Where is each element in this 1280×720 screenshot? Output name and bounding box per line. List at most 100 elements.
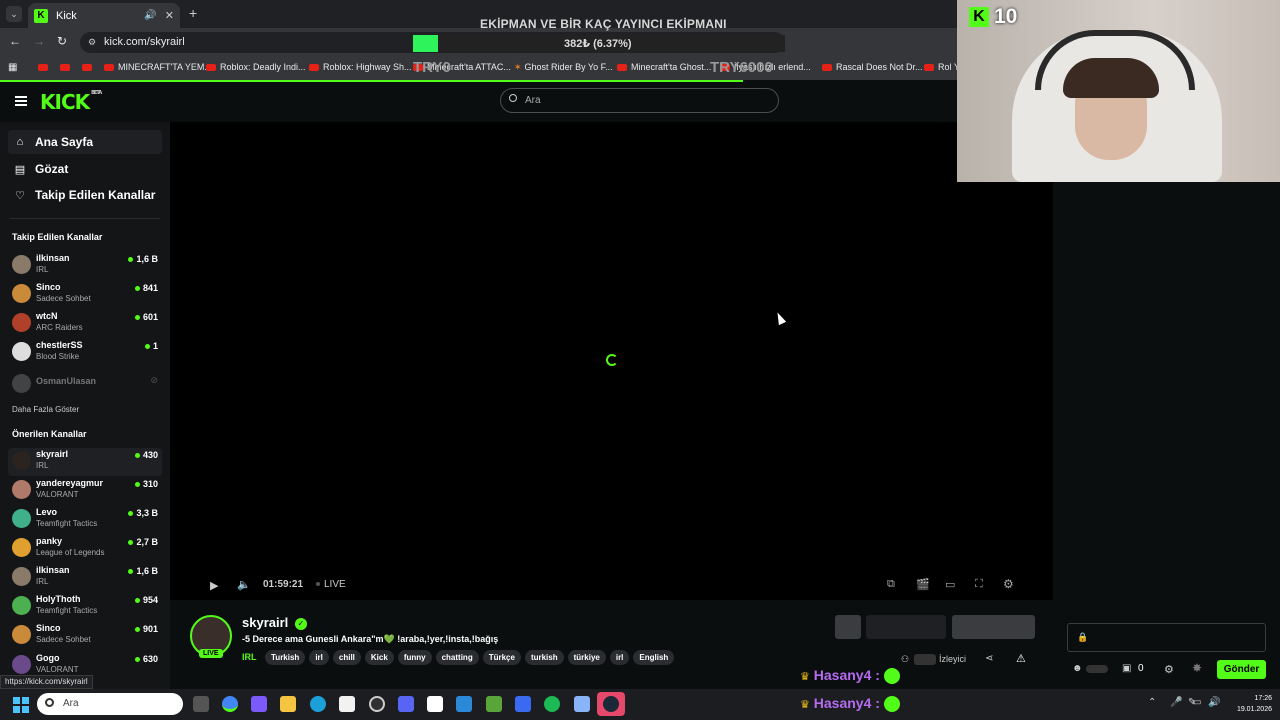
channel-name-title[interactable]: skyrairl ✓ <box>242 615 307 630</box>
follow-button[interactable] <box>866 615 946 639</box>
apps-icon[interactable]: ▦ <box>8 62 17 73</box>
capcut-icon[interactable] <box>427 696 443 712</box>
theater-mode-icon[interactable]: ▭ <box>945 578 955 591</box>
chrome-icon[interactable] <box>222 696 238 712</box>
video-player[interactable] <box>170 122 1053 600</box>
kick-logo[interactable]: KICK BETA <box>40 90 102 114</box>
tag[interactable]: irl <box>309 650 329 665</box>
bookmark-item[interactable]: Roblox: Deadly Indi... <box>206 62 306 72</box>
new-tab-button[interactable]: + <box>189 5 197 21</box>
channel-item[interactable]: skyrairl IRL 430 <box>8 448 162 476</box>
mic-icon[interactable]: 🎤 <box>1170 697 1182 708</box>
sidebar-item-browse[interactable]: ▤ Gözat <box>8 157 162 181</box>
channel-name: yandereyagmur <box>36 478 104 488</box>
tag[interactable]: turkish <box>524 650 564 665</box>
taskbar-search[interactable]: Ara <box>37 693 183 715</box>
tag[interactable]: irl <box>609 650 630 665</box>
tab-kick[interactable]: K Kick 🔊 ✕ <box>28 3 180 28</box>
back-icon[interactable]: ← <box>9 34 21 48</box>
clip-icon[interactable]: 🎬 <box>916 578 930 591</box>
tag[interactable]: Turkish <box>265 650 306 665</box>
obs-icon[interactable] <box>369 696 385 712</box>
minecraft-icon[interactable] <box>486 696 502 712</box>
task-view-icon[interactable] <box>193 696 209 712</box>
gift-button[interactable] <box>835 615 861 639</box>
chat-username[interactable]: Hasany4 : <box>814 695 880 711</box>
sidebar-item-following[interactable]: ♡ Takip Edilen Kanallar <box>8 183 162 207</box>
forward-icon[interactable]: → <box>33 34 45 48</box>
tag[interactable]: English <box>633 650 675 665</box>
tag[interactable]: chill <box>332 650 361 665</box>
channel-item[interactable]: yandereyagmur VALORANT 310 <box>8 477 162 505</box>
subscribe-button[interactable] <box>952 615 1035 639</box>
bookmark-item[interactable]: Rascal Does Not Dr... <box>822 62 923 72</box>
network-icon[interactable]: ▭ <box>1192 697 1201 708</box>
search-input[interactable]: Ara <box>500 88 779 113</box>
tab-audio-icon[interactable]: 🔊 <box>144 10 156 21</box>
site-info-icon[interactable]: ⚙ <box>88 32 96 53</box>
chat-input[interactable]: 🔒 <box>1067 623 1266 652</box>
edge-icon[interactable] <box>310 696 326 712</box>
tab-list-button[interactable]: ⌄ <box>6 6 22 22</box>
clock[interactable]: 17:26 19.01.2026 <box>1224 693 1272 715</box>
chat-settings-icon[interactable]: ⚙ <box>1164 663 1174 676</box>
app-icon[interactable] <box>456 696 472 712</box>
category-link[interactable]: IRL <box>242 652 257 662</box>
chat-username[interactable]: Hasany4 : <box>814 667 880 683</box>
channel-item-offline[interactable]: OsmanUlasan ⊘ <box>8 371 162 399</box>
bookmark-item[interactable]: Minecraft'ta Ghost... <box>617 62 711 72</box>
discord-icon[interactable] <box>398 696 414 712</box>
channel-category: Blood Strike <box>36 352 80 361</box>
sidebar-item-home[interactable]: ⌂ Ana Sayfa <box>8 130 162 154</box>
channel-item[interactable]: chestlerSS Blood Strike 1 <box>8 339 162 367</box>
clock-time: 17:26 <box>1254 695 1272 702</box>
bookmark-yt-1[interactable] <box>38 62 52 72</box>
bookmark-item[interactable]: Roblox: Highway Sh... <box>309 62 412 72</box>
roblox-studio-icon[interactable] <box>515 696 531 712</box>
bookmark-yt-2[interactable] <box>60 62 74 72</box>
chat-emote-icon[interactable]: ✸ <box>1192 661 1202 675</box>
volume-icon[interactable]: 🔈 <box>237 578 251 591</box>
viewer-count: 954 <box>135 595 158 605</box>
reload-icon[interactable]: ↻ <box>57 34 67 48</box>
bookmark-item[interactable]: Rol Y <box>924 62 960 72</box>
menu-icon[interactable] <box>15 96 27 106</box>
send-button[interactable]: Gönder <box>1217 660 1266 679</box>
channel-item[interactable]: Levo Teamfight Tactics 3,3 B <box>8 506 162 534</box>
tag[interactable]: Türkçe <box>482 650 521 665</box>
store-icon[interactable] <box>339 696 355 712</box>
channel-item[interactable]: HolyThoth Teamfight Tactics 954 <box>8 593 162 621</box>
pip-icon[interactable]: ⧉ <box>887 578 895 591</box>
show-more-link[interactable]: Daha Fazla Göster <box>12 405 79 414</box>
steam-icon-active[interactable] <box>597 692 625 716</box>
channel-item[interactable]: panky League of Legends 2,7 B <box>8 535 162 563</box>
spotify-icon[interactable] <box>544 696 560 712</box>
tab-close-icon[interactable]: ✕ <box>165 9 174 22</box>
settings-app-icon[interactable] <box>574 696 590 712</box>
channel-item[interactable]: wtcN ARC Raiders 601 <box>8 310 162 338</box>
bookmark-yt-3[interactable] <box>82 62 96 72</box>
channel-item[interactable]: Sinco Sadece Sohbet 841 <box>8 281 162 309</box>
tag[interactable]: Kick <box>364 650 394 665</box>
channel-item[interactable]: Sinco Sadece Sohbet 901 <box>8 622 162 650</box>
tag[interactable]: funny <box>397 650 432 665</box>
emote-picker-icon[interactable]: ☻ <box>1072 663 1083 674</box>
file-explorer-icon[interactable] <box>280 696 296 712</box>
speaker-icon[interactable]: 🔊 <box>1208 697 1220 708</box>
fullscreen-icon[interactable]: ⛶ <box>975 578 983 591</box>
tray-overflow-icon[interactable]: ⌃ <box>1148 697 1156 708</box>
share-icon[interactable]: ⋖ <box>985 653 993 664</box>
tag[interactable]: chatting <box>435 650 479 665</box>
channel-item[interactable]: ilkinsan IRL 1,6 B <box>8 564 162 592</box>
channel-item[interactable]: ilkinsan IRL 1,6 B <box>8 252 162 280</box>
tag[interactable]: türkiye <box>567 650 606 665</box>
report-icon[interactable]: ⚠ <box>1016 652 1026 665</box>
bookmark-item[interactable]: ✶ Ghost Rider By Yo F... <box>514 62 613 73</box>
settings-icon[interactable]: ⚙ <box>1003 577 1014 591</box>
windows-start-icon[interactable] <box>13 697 29 713</box>
chest-icon[interactable]: ▣ <box>1122 663 1131 674</box>
play-icon[interactable]: ▶ <box>210 579 218 592</box>
youtube-icon <box>38 64 48 72</box>
copilot-icon[interactable] <box>251 696 267 712</box>
bookmark-item[interactable]: MINECRAFT'TA YEM... <box>104 62 212 72</box>
